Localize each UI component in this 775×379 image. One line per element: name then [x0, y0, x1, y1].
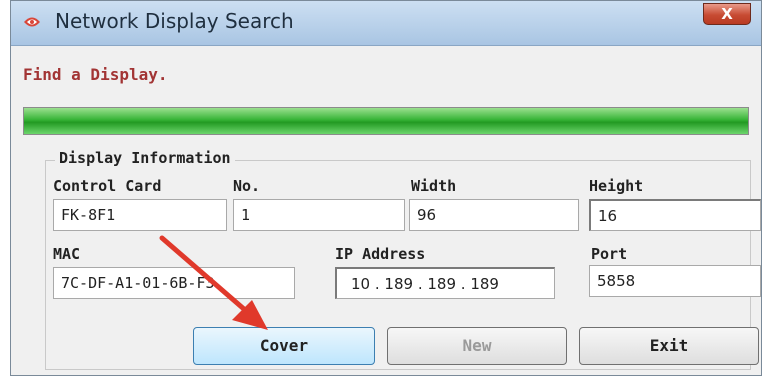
title-bar: Network Display Search X: [11, 1, 761, 46]
width-field[interactable]: 96: [409, 199, 579, 231]
control-card-field[interactable]: FK-8F1: [53, 199, 227, 231]
ip-address-field[interactable]: 10 . 189 . 189 . 189: [335, 267, 555, 299]
height-label: Height: [589, 177, 644, 195]
cover-button[interactable]: Cover: [193, 327, 375, 365]
port-label: Port: [591, 245, 628, 263]
control-card-label: Control Card: [53, 177, 162, 195]
height-field[interactable]: 16: [589, 199, 761, 231]
ip-octet-1: 10: [351, 275, 371, 293]
width-label: Width: [411, 177, 457, 195]
mac-field[interactable]: 7C-DF-A1-01-6B-F3: [53, 267, 295, 299]
progress-fill: [24, 108, 748, 134]
network-display-search-window: Network Display Search X Find a Display.…: [10, 0, 762, 376]
close-button[interactable]: X: [703, 3, 751, 25]
mac-label: MAC: [53, 245, 81, 263]
app-icon: [24, 17, 40, 27]
ip-address-label: IP Address: [335, 245, 426, 263]
no-field[interactable]: 1: [233, 199, 405, 231]
dialog-body: Find a Display. Display Information Cont…: [23, 57, 761, 373]
ip-octet-3: 189: [427, 275, 456, 293]
group-title: Display Information: [55, 149, 235, 167]
status-message: Find a Display.: [23, 65, 168, 84]
ip-octet-2: 189: [384, 275, 414, 293]
close-icon: X: [721, 5, 733, 23]
ip-octet-4: 189: [470, 275, 499, 293]
search-progress-bar: [23, 107, 749, 135]
port-field[interactable]: 5858: [589, 265, 761, 297]
window-title: Network Display Search: [55, 9, 294, 33]
no-label: No.: [233, 177, 261, 195]
new-button[interactable]: New: [387, 327, 567, 365]
exit-button[interactable]: Exit: [579, 327, 759, 365]
